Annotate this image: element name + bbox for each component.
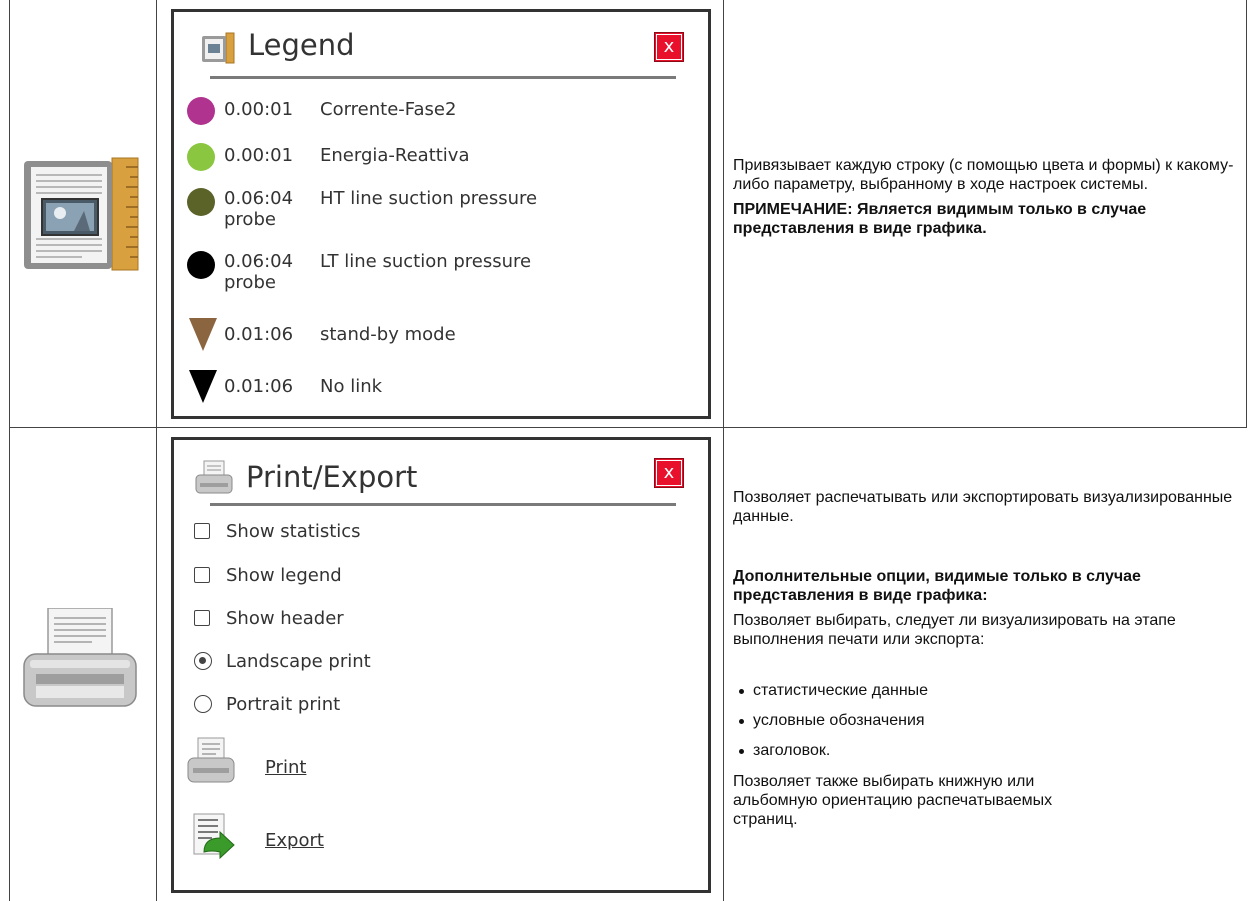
show-statistics-label: Show statistics xyxy=(226,521,361,542)
legend-description: Привязывает каждую строку (с помощью цве… xyxy=(733,156,1238,238)
legend-marker-circle-icon xyxy=(187,188,215,216)
show-legend-label: Show legend xyxy=(226,565,342,586)
legend-marker-triangle-down-icon xyxy=(189,370,217,403)
legend-marker-triangle-down-icon xyxy=(189,318,217,351)
landscape-print-label: Landscape print xyxy=(226,651,371,672)
legend-description-text: Привязывает каждую строку (с помощью цве… xyxy=(733,157,1234,193)
table-divider-1 xyxy=(156,0,157,901)
legend-item-time: 0.01:06 xyxy=(224,376,294,397)
table-border-right xyxy=(1246,0,1247,427)
table-row-separator xyxy=(9,427,1247,428)
print-export-extra: Дополнительные опции, видимые только в с… xyxy=(733,567,1238,649)
portrait-print-label: Portrait print xyxy=(226,694,341,715)
print-export-bullet-list: статистические данные условные обозначен… xyxy=(733,682,1233,762)
print-title-icon xyxy=(194,460,234,501)
print-export-description-text: Позволяет распечатывать или экспортирова… xyxy=(733,489,1233,525)
table-divider-2 xyxy=(723,0,724,901)
legend-close-button[interactable]: x xyxy=(654,32,684,62)
legend-item-name: LT line suction pressure xyxy=(320,251,532,272)
legend-title-rule xyxy=(210,76,676,79)
legend-item-time: 0.01:06 xyxy=(224,324,294,345)
print-export-close-button[interactable]: x xyxy=(654,458,684,488)
legend-item-name: HT line suction pressure xyxy=(320,188,538,209)
legend-panel: Legend x 0.00:01 Corrente-Fase2 0.00:01 … xyxy=(171,9,711,419)
legend-item-6: 0.01:06 No link xyxy=(174,368,708,406)
legend-marker-circle-icon xyxy=(187,251,215,279)
legend-note: ПРИМЕЧАНИЕ: Является видимым только в сл… xyxy=(733,201,1147,237)
legend-item-5: 0.01:06 stand-by mode xyxy=(174,316,708,354)
print-export-extra-text: Позволяет выбирать, следует ли визуализи… xyxy=(733,612,1176,648)
print-export-title: Print/Export xyxy=(246,460,418,494)
legend-item-time: 0.00:01 xyxy=(224,99,294,120)
legend-item-3: 0.06:04 HT line suction pressure probe xyxy=(174,185,708,241)
legend-marker-circle-icon xyxy=(187,97,215,125)
printer-icon xyxy=(22,607,138,708)
export-link[interactable]: Export xyxy=(265,830,324,851)
print-export-extra-heading: Дополнительные опции, видимые только в с… xyxy=(733,568,1141,604)
legend-icon xyxy=(22,155,142,273)
print-link[interactable]: Print xyxy=(265,757,306,778)
show-legend-checkbox[interactable] xyxy=(194,567,210,583)
table-border-left xyxy=(9,0,10,901)
legend-item-time: 0.06:04 xyxy=(224,251,294,272)
export-action-icon[interactable] xyxy=(192,812,238,871)
show-header-checkbox[interactable] xyxy=(194,610,210,626)
print-export-orientation: Позволяет также выбирать книжную или аль… xyxy=(733,772,1063,829)
legend-item-name-cont: probe xyxy=(224,209,276,230)
print-export-panel: Print/Export x Show statistics Show lege… xyxy=(171,437,711,893)
legend-item-2: 0.00:01 Energia-Reattiva xyxy=(174,142,708,172)
legend-item-name-cont: probe xyxy=(224,272,276,293)
portrait-print-radio[interactable] xyxy=(194,695,212,713)
print-export-description: Позволяет распечатывать или экспортирова… xyxy=(733,488,1238,526)
legend-item-4: 0.06:04 LT line suction pressure probe xyxy=(174,248,708,304)
legend-item-time: 0.00:01 xyxy=(224,145,294,166)
show-header-label: Show header xyxy=(226,608,344,629)
print-export-orientation-text: Позволяет также выбирать книжную или аль… xyxy=(733,773,1053,828)
landscape-print-radio[interactable] xyxy=(194,652,212,670)
radio-selected-dot xyxy=(199,657,206,664)
legend-marker-circle-icon xyxy=(187,143,215,171)
print-export-title-rule xyxy=(210,503,676,506)
legend-item-name: Energia-Reattiva xyxy=(320,145,470,166)
legend-title-icon xyxy=(200,32,236,69)
show-statistics-checkbox[interactable] xyxy=(194,523,210,539)
legend-item-1: 0.00:01 Corrente-Fase2 xyxy=(174,96,708,126)
legend-title: Legend xyxy=(248,28,355,62)
legend-item-name: No link xyxy=(320,376,383,397)
legend-item-name: stand-by mode xyxy=(320,324,456,345)
legend-item-time: 0.06:04 xyxy=(224,188,294,209)
legend-item-name: Corrente-Fase2 xyxy=(320,99,457,120)
print-action-icon[interactable] xyxy=(186,736,236,791)
